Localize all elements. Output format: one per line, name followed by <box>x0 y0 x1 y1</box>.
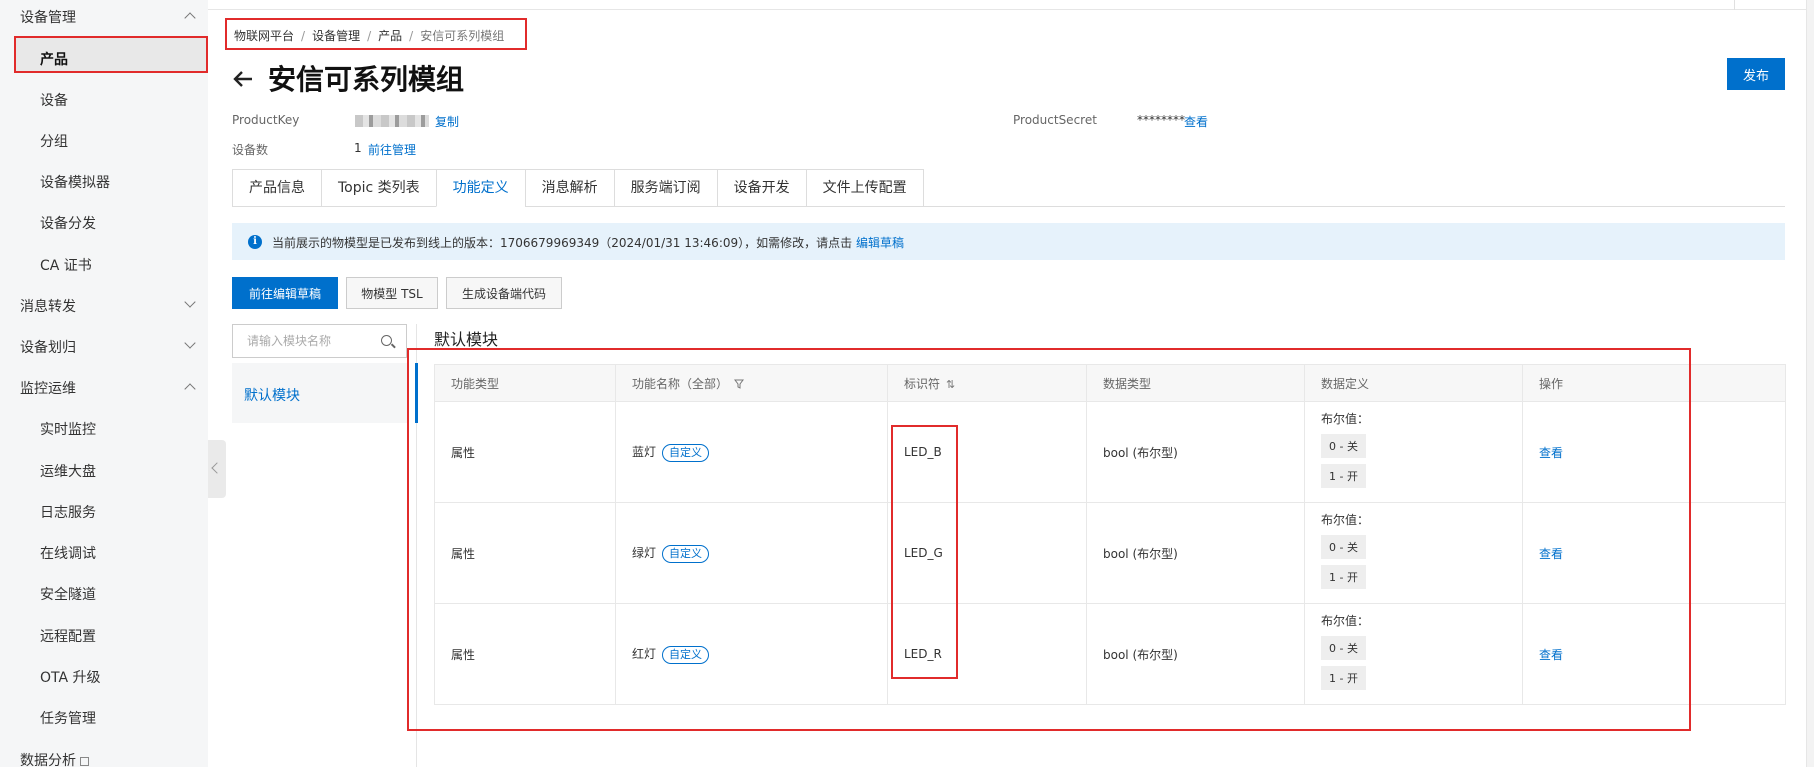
sidebar-item-remote-config[interactable]: 远程配置 <box>40 626 96 646</box>
device-count-label: 设备数 <box>232 143 269 157</box>
module-item-default[interactable]: 默认模块 <box>244 385 300 405</box>
page-title: 安信可系列模组 <box>268 63 465 96</box>
notice-text: 当前展示的物模型是已发布到线上的版本：1706679969349（2024/01… <box>272 236 853 250</box>
chevron-up-icon[interactable] <box>184 383 196 395</box>
tab-file-upload[interactable]: 文件上传配置 <box>805 169 924 207</box>
product-key-label: ProductKey <box>232 113 300 127</box>
sidebar-item-secure-tunnel[interactable]: 安全隧道 <box>40 584 96 604</box>
breadcrumb: 物联网平台 / 设备管理 / 产品 / 安信可系列模组 <box>225 18 527 50</box>
sidebar-item-ops-dashboard[interactable]: 运维大盘 <box>40 461 96 481</box>
sidebar-item-distribution[interactable]: 设备分发 <box>40 213 96 233</box>
tab-topic-list[interactable]: Topic 类列表 <box>321 169 436 207</box>
device-count-value: 1 <box>354 141 362 155</box>
sidebar-item-ca-cert[interactable]: CA 证书 <box>40 255 92 275</box>
breadcrumb-device-manage[interactable]: 设备管理 <box>312 29 360 43</box>
info-icon: i <box>248 235 262 249</box>
sidebar-group-assign[interactable]: 设备划归 <box>20 337 76 357</box>
identifier-highlight-outline <box>891 425 958 679</box>
sidebar-group-analytics-label: 数据分析 <box>20 753 76 767</box>
product-key-redacted <box>355 114 429 127</box>
tab-bar: 产品信息 Topic 类列表 功能定义 消息解析 服务端订阅 设备开发 文件上传… <box>232 169 924 207</box>
edit-draft-link[interactable]: 编辑草稿 <box>856 236 904 250</box>
product-key-value <box>355 113 429 127</box>
edit-draft-button[interactable]: 前往编辑草稿 <box>232 277 338 309</box>
product-secret-value: ******** <box>1137 113 1185 127</box>
sidebar-item-product[interactable]: 产品 <box>40 49 68 69</box>
publish-button[interactable]: 发布 <box>1727 58 1785 90</box>
sidebar-group-analytics[interactable]: 数据分析 <box>20 750 89 767</box>
sidebar-item-log-service[interactable]: 日志服务 <box>40 502 96 522</box>
copy-link[interactable]: 复制 <box>435 113 459 130</box>
module-search[interactable] <box>232 324 407 358</box>
sidebar-item-realtime-monitor[interactable]: 实时监控 <box>40 419 96 439</box>
product-secret-label: ProductSecret <box>1013 113 1097 127</box>
breadcrumb-separator: / <box>301 29 306 43</box>
sidebar-item-online-debug[interactable]: 在线调试 <box>40 543 96 563</box>
view-secret-link[interactable]: 查看 <box>1184 113 1208 130</box>
sidebar-item-ota[interactable]: OTA 升级 <box>40 667 101 687</box>
tab-function-definition[interactable]: 功能定义 <box>435 169 525 207</box>
tab-server-subscription[interactable]: 服务端订阅 <box>613 169 717 207</box>
breadcrumb-product[interactable]: 产品 <box>378 29 402 43</box>
page-scrollbar[interactable] <box>1806 0 1814 767</box>
search-icon[interactable] <box>381 335 392 346</box>
sidebar-collapse-handle[interactable] <box>208 440 226 498</box>
table-highlight-outline <box>407 348 1691 731</box>
sidebar-item-device[interactable]: 设备 <box>40 90 68 110</box>
sidebar-group-ops[interactable]: 监控运维 <box>20 378 76 398</box>
external-link-icon <box>80 756 89 766</box>
chevron-down-icon[interactable] <box>184 337 196 349</box>
breadcrumb-iot-platform[interactable]: 物联网平台 <box>234 29 294 43</box>
tsl-button[interactable]: 物模型 TSL <box>346 277 438 309</box>
back-arrow-icon[interactable] <box>232 68 254 90</box>
sidebar-group-device[interactable]: 设备管理 <box>20 7 76 27</box>
sidebar-item-simulator[interactable]: 设备模拟器 <box>40 172 110 192</box>
breadcrumb-current: 安信可系列模组 <box>420 29 505 43</box>
breadcrumb-separator: / <box>367 29 372 43</box>
sidebar: 设备管理 产品 设备 分组 设备模拟器 设备分发 CA 证书 消息转发 设备划归… <box>0 0 208 767</box>
generate-code-button[interactable]: 生成设备端代码 <box>446 277 562 309</box>
info-notice: i 当前展示的物模型是已发布到线上的版本：1706679969349（2024/… <box>232 223 1785 260</box>
top-divider <box>1734 0 1735 10</box>
breadcrumb-separator: / <box>409 29 414 43</box>
tab-message-parse[interactable]: 消息解析 <box>524 169 614 207</box>
sidebar-group-message[interactable]: 消息转发 <box>20 296 76 316</box>
chevron-down-icon[interactable] <box>184 296 196 308</box>
chevron-up-icon[interactable] <box>184 12 196 24</box>
sidebar-item-task-manage[interactable]: 任务管理 <box>40 708 96 728</box>
tab-device-dev[interactable]: 设备开发 <box>716 169 806 207</box>
tab-product-info[interactable]: 产品信息 <box>232 169 321 207</box>
sidebar-item-group[interactable]: 分组 <box>40 131 68 151</box>
top-bar <box>0 0 1814 10</box>
module-search-input[interactable] <box>233 325 373 357</box>
section-title: 默认模块 <box>434 330 499 349</box>
module-list: 默认模块 <box>232 363 407 423</box>
manage-link[interactable]: 前往管理 <box>368 141 416 158</box>
